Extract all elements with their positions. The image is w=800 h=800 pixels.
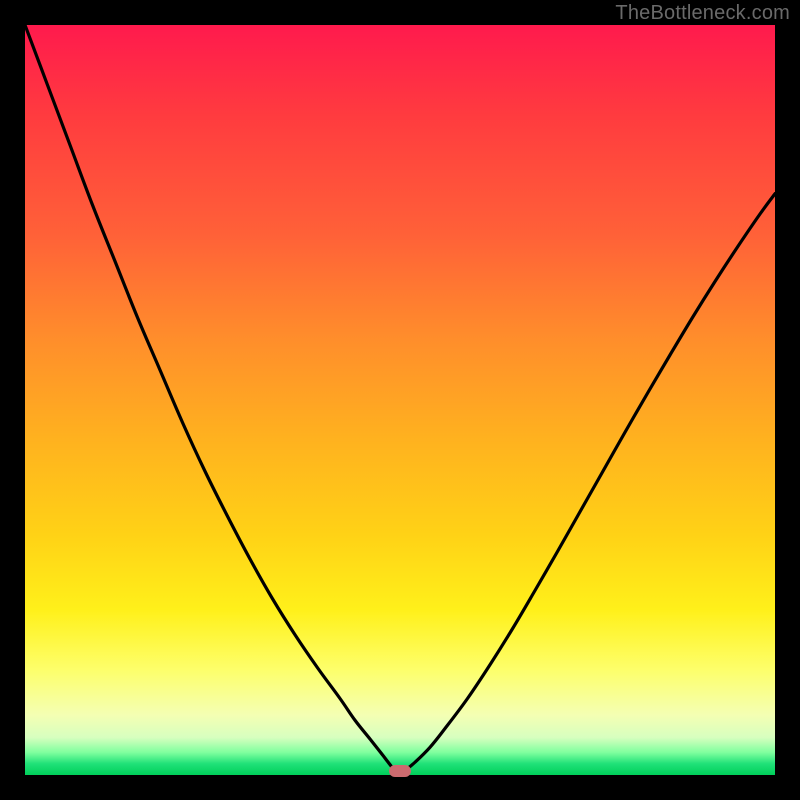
plot-area [25, 25, 775, 775]
chart-frame: TheBottleneck.com [0, 0, 800, 800]
minimum-marker [389, 765, 411, 777]
curve-right-branch [406, 194, 775, 770]
curve-left-branch [25, 25, 394, 770]
bottleneck-curve [25, 25, 775, 775]
watermark-text: TheBottleneck.com [615, 2, 790, 25]
